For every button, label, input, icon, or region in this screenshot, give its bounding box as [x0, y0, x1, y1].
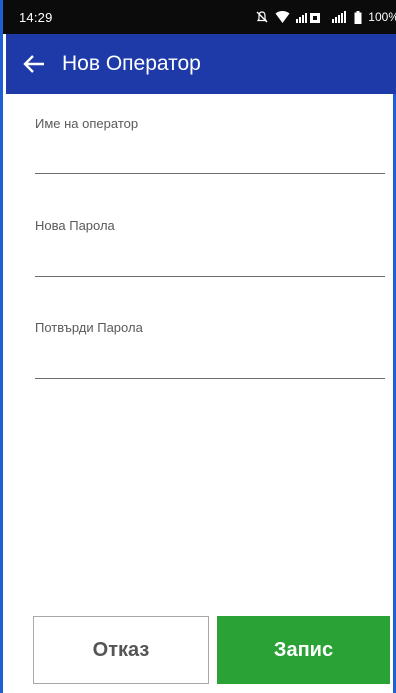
- confirm-password-field-group: Потвърди Парола: [35, 320, 385, 380]
- back-button[interactable]: [6, 34, 62, 94]
- operator-name-input[interactable]: [35, 140, 385, 174]
- page-title: Нов Оператор: [62, 52, 201, 75]
- new-password-label: Нова Парола: [35, 218, 115, 233]
- app-frame: 14:29 100% Нов Оператор Име на оператор …: [0, 0, 396, 693]
- status-icons: 100%: [255, 10, 396, 24]
- save-button[interactable]: Запис: [217, 616, 390, 684]
- wifi-icon: [275, 10, 290, 24]
- battery-text: 100%: [368, 10, 396, 24]
- status-time: 14:29: [19, 9, 53, 25]
- cancel-button[interactable]: Отказ: [33, 616, 209, 684]
- arrow-left-icon: [23, 55, 44, 73]
- confirm-password-label: Потвърди Парола: [35, 320, 143, 335]
- new-password-field-group: Нова Парола: [35, 218, 385, 278]
- signal-icon: [328, 11, 348, 23]
- new-password-input[interactable]: [35, 243, 385, 277]
- mute-icon: [255, 10, 269, 24]
- operator-name-field-group: Име на оператор: [35, 116, 385, 176]
- app-bar: Нов Оператор: [6, 34, 396, 94]
- signal-icon: [296, 11, 322, 23]
- operator-name-label: Име на оператор: [35, 116, 139, 131]
- battery-icon: [354, 10, 362, 24]
- confirm-password-input[interactable]: [35, 345, 385, 379]
- status-bar: 14:29 100%: [3, 0, 396, 34]
